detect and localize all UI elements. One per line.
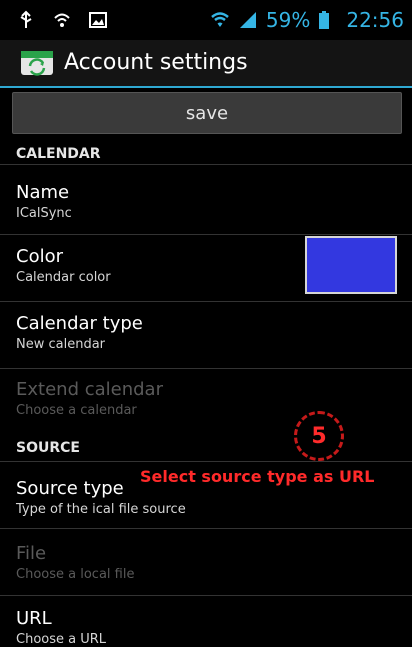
signal-icon <box>238 10 258 30</box>
section-header-source: SOURCE <box>16 440 80 456</box>
divider <box>0 595 412 596</box>
image-icon <box>88 10 108 30</box>
setting-item-url[interactable]: URL Choose a URL <box>16 608 396 647</box>
item-summary: ICalSync <box>16 206 72 221</box>
divider <box>0 368 412 369</box>
item-summary: Type of the ical file source <box>16 502 186 517</box>
battery-icon <box>318 10 338 30</box>
item-summary: Choose a URL <box>16 632 107 647</box>
color-swatch[interactable] <box>305 236 397 294</box>
status-bar: 59% 22:56 <box>0 0 412 40</box>
divider <box>0 461 412 462</box>
item-summary: New calendar <box>16 337 106 352</box>
annotation-text: Select source type as URL <box>140 467 375 486</box>
wifi-settings-icon <box>52 10 72 30</box>
item-title: Name <box>16 182 70 203</box>
divider <box>0 528 412 529</box>
item-summary: Choose a calendar <box>16 403 137 418</box>
item-title: File <box>16 543 47 564</box>
divider <box>0 164 412 165</box>
setting-item-name[interactable]: Name ICalSync <box>16 182 396 221</box>
item-title: URL <box>16 608 52 629</box>
clock-time: 22:56 <box>346 8 404 32</box>
battery-percent: 59% <box>265 8 311 32</box>
divider <box>0 301 412 302</box>
setting-item-extend-calendar: Extend calendar Choose a calendar <box>16 379 396 418</box>
status-left-icons <box>16 10 108 30</box>
item-title: Calendar type <box>16 313 143 334</box>
setting-item-calendar-type[interactable]: Calendar type New calendar <box>16 313 396 352</box>
status-right: 59% 22:56 <box>210 8 404 32</box>
step-number-badge: 5 <box>294 411 344 461</box>
page-title: Account settings <box>64 50 248 75</box>
usb-icon <box>16 10 36 30</box>
divider <box>0 234 412 235</box>
section-header-calendar: CALENDAR <box>16 146 101 162</box>
setting-item-file: File Choose a local file <box>16 543 396 582</box>
item-summary: Choose a local file <box>16 567 135 582</box>
wifi-icon <box>210 10 230 30</box>
save-button[interactable]: save <box>12 92 402 134</box>
item-title: Extend calendar <box>16 379 163 400</box>
calendar-sync-icon[interactable] <box>20 50 54 76</box>
action-bar: Account settings <box>0 40 412 88</box>
